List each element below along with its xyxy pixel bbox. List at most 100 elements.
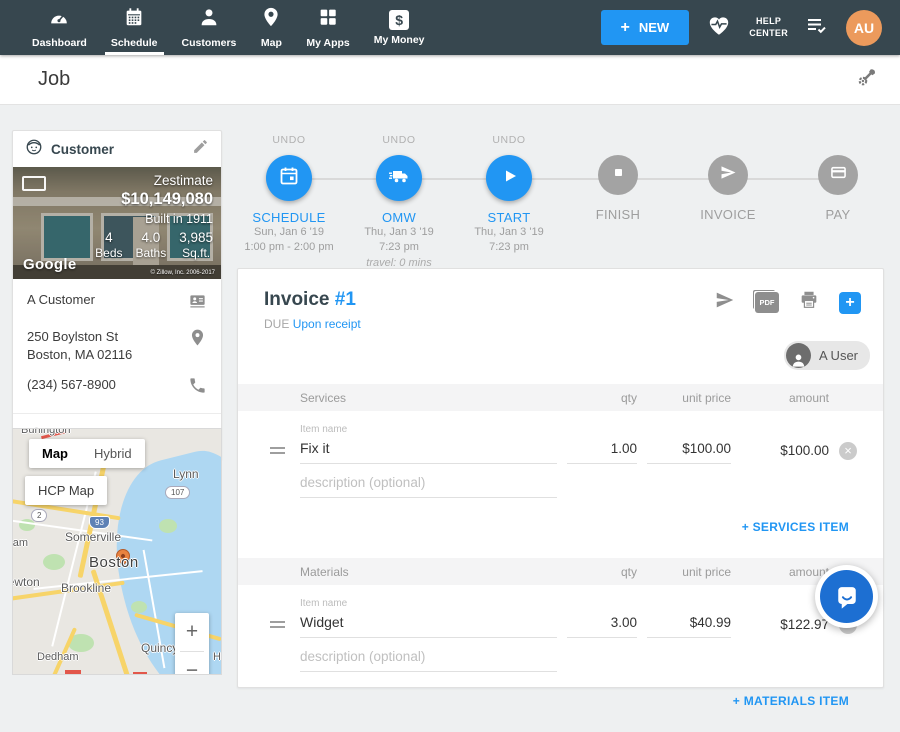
- stage-omw: UNDO OMW Thu, Jan 3 '19 7:23 pm travel: …: [339, 134, 459, 271]
- invoice-header: Invoice #1 DUE Upon receipt PDF +: [238, 269, 883, 331]
- material-item-name-input[interactable]: [300, 611, 557, 638]
- phone-icon[interactable]: [188, 376, 207, 400]
- service-description-input[interactable]: [300, 472, 557, 498]
- service-amount: $100.00: [741, 443, 829, 458]
- customer-phone: (234) 567-8900: [27, 376, 188, 394]
- nav-item-map[interactable]: Map: [248, 0, 294, 55]
- health-heart-icon[interactable]: [706, 12, 732, 43]
- top-navbar: Dashboard Schedule Customers Map My Apps…: [0, 0, 900, 55]
- close-icon: ×: [844, 443, 852, 458]
- zoom-out-button[interactable]: −: [175, 652, 209, 675]
- service-qty-input[interactable]: [567, 438, 637, 464]
- property-photo[interactable]: Zestimate $10,149,080 Built in 1911 4Bed…: [13, 167, 221, 279]
- stage-start: UNDO START Thu, Jan 3 '19 7:23 pm: [449, 134, 569, 256]
- zoom-in-button[interactable]: +: [175, 613, 209, 651]
- pdf-icon[interactable]: PDF: [755, 292, 779, 313]
- customer-details: A Customer 250 Boylston StBoston, MA 021…: [13, 279, 221, 400]
- due-value-link[interactable]: Upon receipt: [293, 317, 361, 331]
- map-label-burlington: Burlington: [21, 428, 71, 436]
- map-type-map-button[interactable]: Map: [29, 439, 81, 468]
- help-center-link[interactable]: HELP CENTER: [749, 16, 788, 39]
- service-unit-price-input[interactable]: [647, 438, 731, 464]
- play-icon: [497, 164, 521, 193]
- street-view-toggle-icon[interactable]: [22, 176, 46, 191]
- map-type-hybrid-button[interactable]: Hybrid: [81, 439, 145, 468]
- plus-icon: +: [845, 294, 854, 312]
- invoice-card: Invoice #1 DUE Upon receipt PDF + A User…: [237, 268, 884, 688]
- omw-stage-button[interactable]: [376, 155, 422, 201]
- pay-stage-button[interactable]: [818, 155, 858, 195]
- amount-column-header: amount: [741, 391, 829, 405]
- nav-item-dashboard[interactable]: Dashboard: [20, 0, 99, 55]
- map-label-quincy: Quincy: [141, 641, 178, 655]
- start-stage-button[interactable]: [486, 155, 532, 201]
- plus-icon: +: [621, 22, 630, 34]
- drag-handle-icon[interactable]: [270, 621, 285, 628]
- map-widget[interactable]: Burlington Lynn 107 2 93 Somerville Walt…: [12, 428, 222, 675]
- invoice-title: Invoice #1: [264, 289, 361, 311]
- map-pin-icon: [260, 6, 282, 33]
- stage-time: 7:23 pm: [449, 240, 569, 255]
- material-description-input[interactable]: [300, 646, 557, 672]
- material-qty-input[interactable]: [567, 612, 637, 638]
- contact-card-icon[interactable]: [188, 291, 207, 315]
- item-name-label-row: Item name: [238, 424, 883, 435]
- invoice-stage-button[interactable]: [708, 155, 748, 195]
- credit-card-icon: [828, 162, 849, 188]
- schedule-stage-button[interactable]: [266, 155, 312, 201]
- drag-handle-icon[interactable]: [270, 447, 285, 454]
- customer-card-header: Customer: [13, 131, 221, 167]
- stage-label: FINISH: [558, 207, 678, 222]
- stop-icon: [608, 162, 629, 188]
- add-services-item-link[interactable]: + SERVICES ITEM: [742, 520, 849, 534]
- send-invoice-icon[interactable]: [714, 289, 736, 316]
- add-materials-item-link[interactable]: + MATERIALS ITEM: [733, 694, 849, 708]
- location-pin-icon[interactable]: [188, 328, 207, 352]
- user-silhouette-icon: [786, 343, 811, 368]
- help-line1: HELP: [749, 16, 788, 28]
- unit-price-column-header: unit price: [647, 391, 731, 405]
- map-type-buttons: Map Hybrid: [29, 439, 145, 468]
- new-button[interactable]: + NEW: [601, 10, 690, 45]
- nav-item-schedule[interactable]: Schedule: [99, 0, 170, 55]
- dashboard-icon: [48, 6, 70, 33]
- user-avatar[interactable]: AU: [846, 10, 882, 46]
- material-unit-price-input[interactable]: [647, 612, 731, 638]
- hcp-map-button[interactable]: HCP Map: [25, 476, 107, 505]
- stage-label: OMW: [339, 210, 459, 225]
- material-amount: $122.97: [741, 617, 829, 632]
- undo-start-link[interactable]: UNDO: [449, 134, 569, 149]
- print-icon[interactable]: [798, 289, 820, 316]
- chat-support-bubble[interactable]: [815, 565, 878, 628]
- undo-omw-link[interactable]: UNDO: [339, 134, 459, 149]
- item-name-label: Item name: [300, 424, 557, 435]
- undo-schedule-link[interactable]: UNDO: [229, 134, 349, 149]
- material-item-row: $122.97 ×: [238, 611, 883, 638]
- customer-address-row: 250 Boylston StBoston, MA 02116: [27, 328, 207, 363]
- edit-pencil-icon[interactable]: [192, 138, 209, 160]
- avatar-initials: AU: [854, 20, 874, 36]
- task-list-icon[interactable]: [805, 13, 829, 42]
- customer-name: A Customer: [27, 291, 188, 309]
- remove-service-item-button[interactable]: ×: [839, 442, 857, 460]
- stage-label: START: [449, 210, 569, 225]
- nav-item-my-apps[interactable]: My Apps: [294, 0, 361, 55]
- map-zoom-control: + −: [175, 613, 209, 675]
- zestimate-value: $10,149,080: [95, 190, 213, 209]
- service-item-name-input[interactable]: [300, 437, 557, 464]
- service-description-row: [238, 472, 883, 498]
- help-line2: CENTER: [749, 28, 788, 40]
- nav-item-customers[interactable]: Customers: [170, 0, 249, 55]
- stage-date: Thu, Jan 3 '19: [339, 225, 459, 240]
- assigned-user-pill[interactable]: A User: [784, 341, 870, 370]
- assigned-user-row: A User: [238, 331, 883, 384]
- job-tools-icon[interactable]: [855, 66, 878, 94]
- nav-label: My Apps: [306, 37, 349, 49]
- add-invoice-item-button[interactable]: +: [839, 292, 861, 314]
- due-label: DUE: [264, 317, 289, 331]
- materials-header-bar: Materials qty unit price amount: [238, 558, 883, 585]
- nav-label: Schedule: [111, 37, 158, 49]
- nav-item-my-money[interactable]: $ My Money: [362, 0, 437, 55]
- stage-time: 1:00 pm - 2:00 pm: [229, 240, 349, 255]
- finish-stage-button[interactable]: [598, 155, 638, 195]
